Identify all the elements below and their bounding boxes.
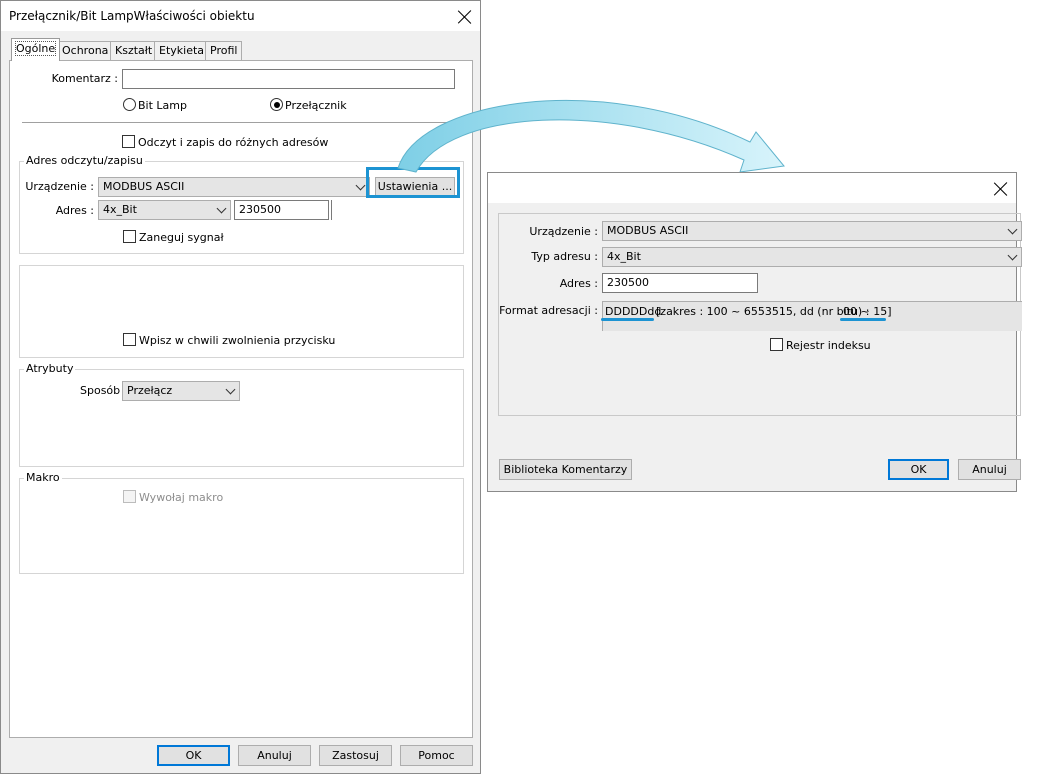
format-bit-range-underline [840,318,886,321]
macro-group-title: Makro [24,471,62,484]
tab-general[interactable]: Ogólne [11,38,61,61]
close-icon[interactable] [993,181,1009,197]
write-on-release-label: Wpisz w chwili zwolnienia przycisku [139,334,336,347]
tab-profile[interactable]: Profil [205,41,243,60]
arrow-shape [397,100,785,173]
settings-address-type-label: Typ adresu : [531,250,598,263]
comment-label: Komentarz : [51,72,118,85]
call-macro-label: Wywołaj makro [139,491,224,504]
bit-lamp-label: Bit Lamp [138,99,187,112]
settings-device-value: MODBUS ASCII [607,224,689,237]
mode-label: Sposób [80,384,121,397]
write-on-release-checkbox[interactable] [123,333,136,346]
index-register-checkbox[interactable] [770,338,783,351]
chevron-down-icon [1007,250,1018,261]
rw-different-label: Odczyt i zapis do różnych adresów [138,136,329,149]
chevron-down-icon [1007,224,1018,235]
switch-radio[interactable] [270,98,283,111]
comment-library-button[interactable]: Biblioteka Komentarzy [499,459,632,480]
settings-address-type-select[interactable]: 4x_Bit [602,247,1022,267]
tab-label: Ochrona [62,44,109,57]
tab-label: Profil [210,44,238,57]
cancel-button[interactable]: Anuluj [238,745,311,766]
index-register-label: Rejestr indeksu [786,339,871,352]
invert-signal-checkbox[interactable] [123,230,136,243]
ok-button[interactable]: OK [157,745,230,766]
format-code: DDDDDdd [605,305,662,318]
dialog-title: Przełącznik/Bit LampWłaściwości obiektu [9,9,255,23]
tab-label: Kształt [115,44,153,57]
mode-select[interactable]: Przełącz [122,381,240,401]
address-extra-input[interactable] [331,200,340,220]
address-type-value: 4x_Bit [103,203,137,216]
apply-button[interactable]: Zastosuj [319,745,392,766]
settings-device-select[interactable]: MODBUS ASCII [602,221,1022,241]
settings-cancel-button[interactable]: Anuluj [958,459,1021,480]
title-bar: Przełącznik/Bit LampWłaściwości obiektu [1,1,480,31]
callout-arrow [397,100,785,173]
settings-address-label: Adres : [559,277,598,290]
close-icon[interactable] [457,9,473,25]
address-type-select[interactable]: 4x_Bit [98,200,231,220]
call-macro-checkbox[interactable] [123,490,136,503]
settings-address-input[interactable]: 230500 [602,273,758,293]
address-input[interactable]: 230500 [234,200,329,220]
rw-address-group-title: Adres odczytu/zapisu [24,154,145,167]
rw-different-checkbox[interactable] [122,135,135,148]
settings-title-bar [488,173,1016,203]
format-bit-range: 00 ~ 15] [843,305,892,318]
device-select-value: MODBUS ASCII [103,180,185,193]
tab-label-tab[interactable]: Etykieta [154,41,210,60]
help-button[interactable]: Pomoc [400,745,473,766]
device-label: Urządzenie : [25,180,94,193]
tab-shape[interactable]: Kształt [110,41,158,60]
settings-ok-button[interactable]: OK [888,459,949,480]
chevron-down-icon [225,384,236,395]
attributes-group: Atrybuty Sposób Przełącz [19,362,464,467]
tab-label: Etykieta [159,44,205,57]
format-code-underline [601,318,654,321]
chevron-down-icon [355,180,366,191]
write-options-group: Wpisz w chwili zwolnienia przycisku [19,265,464,358]
tab-protection[interactable]: Ochrona [57,41,114,60]
macro-group: Makro Wywołaj makro [19,471,464,574]
format-box: DDDDDdd [zakres : 100 ~ 6553515, dd (nr … [602,301,1022,331]
device-settings-dialog: Urządzenie : MODBUS ASCII Typ adresu : 4… [487,172,1022,492]
settings-address-type-value: 4x_Bit [607,250,641,263]
switch-label: Przełącznik [285,99,347,112]
address-label: Adres : [55,204,94,217]
format-range-text: [zakres : 100 ~ 6553515, dd (nr bitu) : [656,305,870,318]
attributes-group-title: Atrybuty [24,362,76,375]
chevron-down-icon [216,203,227,214]
invert-signal-label: Zaneguj sygnał [139,231,224,244]
device-select[interactable]: MODBUS ASCII [98,177,370,197]
bit-lamp-radio[interactable] [123,98,136,111]
format-label: Format adresacji : [499,304,598,317]
mode-select-value: Przełącz [127,384,173,397]
settings-device-label: Urządzenie : [529,225,598,238]
tab-label: Ogólne [14,41,57,56]
